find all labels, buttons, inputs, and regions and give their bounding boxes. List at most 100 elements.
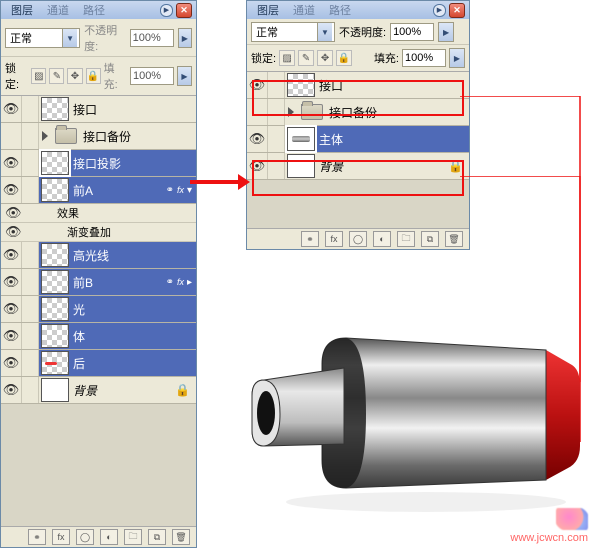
- delete-layer-icon[interactable]: 🗑: [172, 529, 190, 545]
- layer-thumbnail[interactable]: [41, 97, 69, 121]
- panel-titlebar: 图层 通道 路径 ▶ ✕: [247, 1, 469, 19]
- layer-row[interactable]: 👁 体: [1, 323, 196, 350]
- layer-thumbnail[interactable]: [287, 154, 315, 178]
- layer-row-selected[interactable]: 👁 主体: [247, 126, 469, 153]
- layer-row-group[interactable]: 接口备份: [1, 123, 196, 150]
- layer-thumbnail[interactable]: [41, 243, 69, 267]
- eye-icon[interactable]: 👁: [3, 355, 20, 371]
- panel-menu-icon[interactable]: ▶: [433, 4, 446, 17]
- tab-channels[interactable]: 通道: [41, 1, 75, 19]
- layer-thumbnail[interactable]: [287, 127, 315, 151]
- layer-mask-icon[interactable]: ◯: [349, 231, 367, 247]
- disclosure-icon[interactable]: [42, 131, 48, 141]
- eye-icon[interactable]: 👁: [3, 155, 20, 171]
- eye-icon[interactable]: 👁: [3, 328, 20, 344]
- fill-flyout-icon[interactable]: ▶: [449, 48, 465, 68]
- adjustment-layer-icon[interactable]: ◐: [100, 529, 118, 545]
- eye-icon[interactable]: 👁: [3, 182, 20, 198]
- layer-style-icon[interactable]: fx: [325, 231, 343, 247]
- eye-icon[interactable]: 👁: [249, 131, 266, 147]
- disclosure-icon[interactable]: [288, 107, 294, 117]
- layer-thumbnail[interactable]: [41, 178, 69, 202]
- layer-style-icon[interactable]: fx: [52, 529, 70, 545]
- layer-thumbnail[interactable]: [41, 324, 69, 348]
- lock-pixels-icon[interactable]: ✎: [49, 68, 64, 84]
- lock-fill-row: 锁定: ▨ ✎ ✥ 🔒 填充: ▶: [1, 57, 196, 96]
- layer-name: 接口: [73, 101, 101, 118]
- lock-all-icon[interactable]: 🔒: [336, 50, 352, 66]
- lock-all-icon[interactable]: 🔒: [86, 68, 101, 84]
- lock-pixels-icon[interactable]: ✎: [298, 50, 314, 66]
- lock-position-icon[interactable]: ✥: [317, 50, 333, 66]
- fill-input[interactable]: [402, 49, 446, 67]
- effects-header-row[interactable]: 👁 效果: [1, 204, 196, 223]
- layer-thumbnail[interactable]: [287, 73, 315, 97]
- blend-mode-select[interactable]: 正常 ▼: [251, 22, 335, 42]
- eye-icon[interactable]: 👁: [3, 247, 20, 263]
- layer-row-background[interactable]: 👁 背景 🔒: [247, 153, 469, 180]
- layer-name: 主体: [319, 131, 347, 148]
- eye-icon[interactable]: 👁: [249, 158, 266, 174]
- tab-layers[interactable]: 图层: [5, 1, 39, 19]
- panel-menu-icon[interactable]: ▶: [160, 4, 173, 17]
- opacity-flyout-icon[interactable]: ▶: [178, 28, 192, 48]
- fill-flyout-icon[interactable]: ▶: [177, 66, 192, 86]
- close-icon[interactable]: ✕: [176, 3, 192, 18]
- layer-row[interactable]: 👁 后: [1, 350, 196, 377]
- fill-input[interactable]: [130, 67, 174, 85]
- opacity-flyout-icon[interactable]: ▶: [438, 22, 454, 42]
- blend-mode-select[interactable]: 正常 ▼: [5, 28, 80, 48]
- layer-row[interactable]: 👁 光: [1, 296, 196, 323]
- layer-row-background[interactable]: 👁 背景 🔒: [1, 377, 196, 404]
- new-group-icon[interactable]: 🗀: [124, 529, 142, 545]
- fx-badge[interactable]: fx: [177, 185, 184, 195]
- opacity-input[interactable]: [130, 29, 174, 47]
- tab-paths[interactable]: 路径: [77, 1, 111, 19]
- layer-thumbnail[interactable]: [41, 297, 69, 321]
- layer-row-selected[interactable]: 👁 接口投影: [1, 150, 196, 177]
- eye-icon[interactable]: 👁: [3, 274, 20, 290]
- tab-paths[interactable]: 路径: [323, 1, 357, 19]
- layer-row[interactable]: 👁 接口: [1, 96, 196, 123]
- new-group-icon[interactable]: 🗀: [397, 231, 415, 247]
- tab-layers[interactable]: 图层: [251, 1, 285, 19]
- tab-channels[interactable]: 通道: [287, 1, 321, 19]
- layer-thumbnail[interactable]: [41, 378, 69, 402]
- eye-icon[interactable]: 👁: [3, 101, 20, 117]
- lock-label: 锁定:: [5, 60, 28, 92]
- layer-thumbnail[interactable]: [41, 151, 69, 175]
- link-layers-icon[interactable]: ⚭: [28, 529, 46, 545]
- eye-icon[interactable]: 👁: [3, 382, 20, 398]
- eye-icon[interactable]: 👁: [5, 205, 22, 221]
- layer-thumbnail[interactable]: [41, 351, 69, 375]
- lock-transparency-icon[interactable]: ▨: [279, 50, 295, 66]
- lock-transparency-icon[interactable]: ▨: [31, 68, 46, 84]
- lock-position-icon[interactable]: ✥: [67, 68, 82, 84]
- layer-row[interactable]: 👁 前A ⚭fx▾: [1, 177, 196, 204]
- fx-badge[interactable]: fx: [177, 277, 184, 287]
- layer-thumbnail[interactable]: [41, 270, 69, 294]
- panel-footer: ⚭ fx ◯ ◐ 🗀 ⧉ 🗑: [1, 526, 196, 547]
- layer-row[interactable]: 👁 高光线: [1, 242, 196, 269]
- lock-fill-row: 锁定: ▨ ✎ ✥ 🔒 填充: ▶: [247, 45, 469, 72]
- close-icon[interactable]: ✕: [449, 3, 465, 18]
- layer-name: 接口投影: [73, 155, 125, 172]
- layer-name: 背景: [73, 382, 101, 399]
- eye-icon[interactable]: 👁: [249, 77, 266, 93]
- opacity-input[interactable]: [390, 23, 434, 41]
- effect-item-row[interactable]: 👁 渐变叠加: [1, 223, 196, 242]
- eye-icon[interactable]: 👁: [3, 301, 20, 317]
- eye-icon[interactable]: 👁: [5, 224, 22, 240]
- new-layer-icon[interactable]: ⧉: [421, 231, 439, 247]
- delete-layer-icon[interactable]: 🗑: [445, 231, 463, 247]
- new-layer-icon[interactable]: ⧉: [148, 529, 166, 545]
- layer-name: 前A: [73, 182, 97, 199]
- link-layers-icon[interactable]: ⚭: [301, 231, 319, 247]
- layer-row-group[interactable]: 接口备份: [247, 99, 469, 126]
- adjustment-layer-icon[interactable]: ◐: [373, 231, 391, 247]
- layer-row[interactable]: 👁 接口: [247, 72, 469, 99]
- blend-opacity-row: 正常 ▼ 不透明度: ▶: [247, 19, 469, 45]
- layer-row[interactable]: 👁 前B ⚭fx▸: [1, 269, 196, 296]
- layer-list: 👁 接口 接口备份 👁 接口投影 👁 前A ⚭fx▾: [1, 96, 196, 526]
- layer-mask-icon[interactable]: ◯: [76, 529, 94, 545]
